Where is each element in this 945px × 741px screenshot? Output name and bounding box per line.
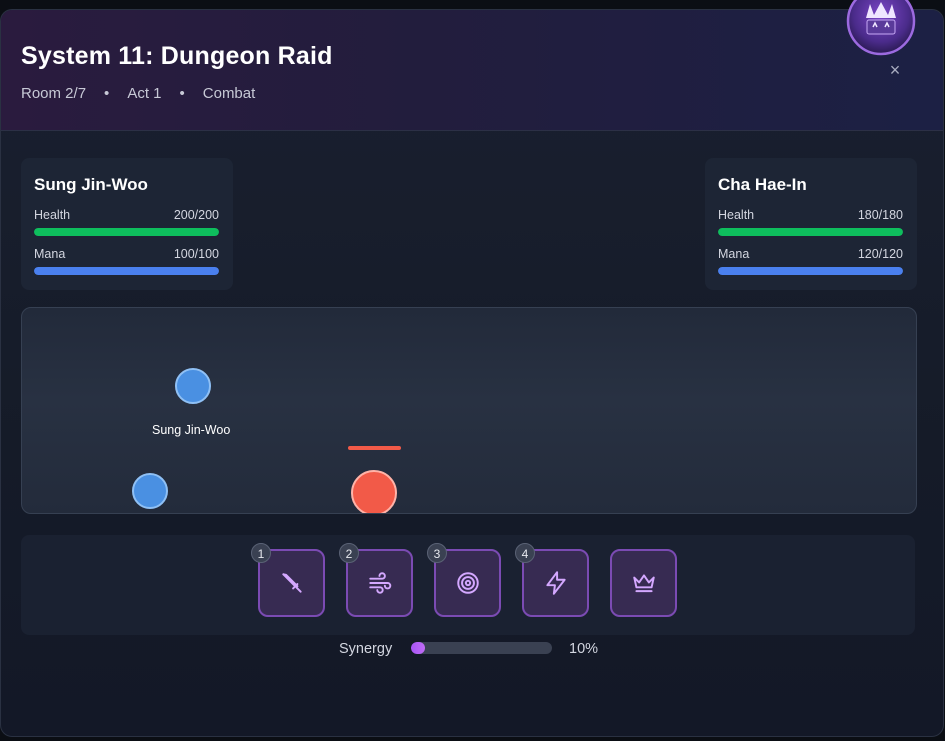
mana-label: Mana: [34, 247, 66, 261]
player-unit-sung-jin-woo[interactable]: [175, 368, 211, 404]
health-label: Health: [718, 208, 755, 222]
mana-label: Mana: [718, 247, 750, 261]
header: System 11: Dungeon Raid Room 2/7 • Act 1…: [1, 10, 943, 131]
ally-unit-cha-hae-in[interactable]: [132, 473, 168, 509]
health-value: 180/180: [857, 208, 903, 222]
hotkey-badge: 4: [515, 543, 535, 563]
synergy-label: Synergy: [339, 641, 393, 657]
crown-icon: [632, 574, 655, 593]
lightning-icon: [545, 571, 566, 595]
target-icon: [456, 572, 479, 594]
breadcrumb: Room 2/7 • Act 1 • Combat: [21, 85, 255, 102]
mana-value: 120/120: [857, 247, 903, 261]
character-name: Sung Jin-Woo: [34, 175, 148, 194]
character-card-sung-jin-woo: Sung Jin-Woo Health 200/200 Mana 100/100: [21, 158, 233, 290]
separator-dot: •: [179, 85, 185, 102]
hotkey-badge: 2: [339, 543, 359, 563]
act-indicator: Act 1: [127, 85, 162, 102]
enemy-health-bar: [348, 446, 401, 450]
health-label: Health: [34, 208, 71, 222]
separator-dot: •: [104, 85, 110, 102]
close-icon[interactable]: ×: [887, 61, 903, 79]
dungeon-raid-window: System 11: Dungeon Raid Room 2/7 • Act 1…: [0, 9, 944, 737]
mana-bar: [34, 267, 219, 275]
wind-icon: [368, 572, 391, 594]
health-bar: [34, 228, 219, 236]
health-bar: [718, 228, 903, 236]
page-title: System 11: Dungeon Raid: [21, 42, 333, 70]
mana-bar: [718, 267, 903, 275]
character-card-cha-hae-in: Cha Hae-In Health 180/180 Mana 120/120: [705, 158, 917, 290]
health-value: 200/200: [173, 208, 219, 222]
player-unit-label: Sung Jin-Woo: [152, 423, 231, 437]
hotkey-badge: 1: [251, 543, 271, 563]
synergy-value: 10%: [569, 641, 599, 657]
hotkey-badge: 3: [427, 543, 447, 563]
sword-icon: [281, 573, 302, 593]
synergy-meter: [411, 642, 552, 654]
character-name: Cha Hae-In: [718, 175, 807, 194]
dungeon-emblem-icon: [846, 0, 916, 56]
battle-arena: Sung Jin-Woo: [21, 307, 917, 514]
synergy-meter-fill: [411, 642, 426, 654]
enemy-unit[interactable]: [351, 470, 397, 513]
phase-indicator: Combat: [202, 85, 256, 102]
mana-value: 100/100: [173, 247, 219, 261]
skill-slot-5-crown[interactable]: [610, 549, 677, 617]
room-indicator: Room 2/7: [21, 85, 87, 102]
